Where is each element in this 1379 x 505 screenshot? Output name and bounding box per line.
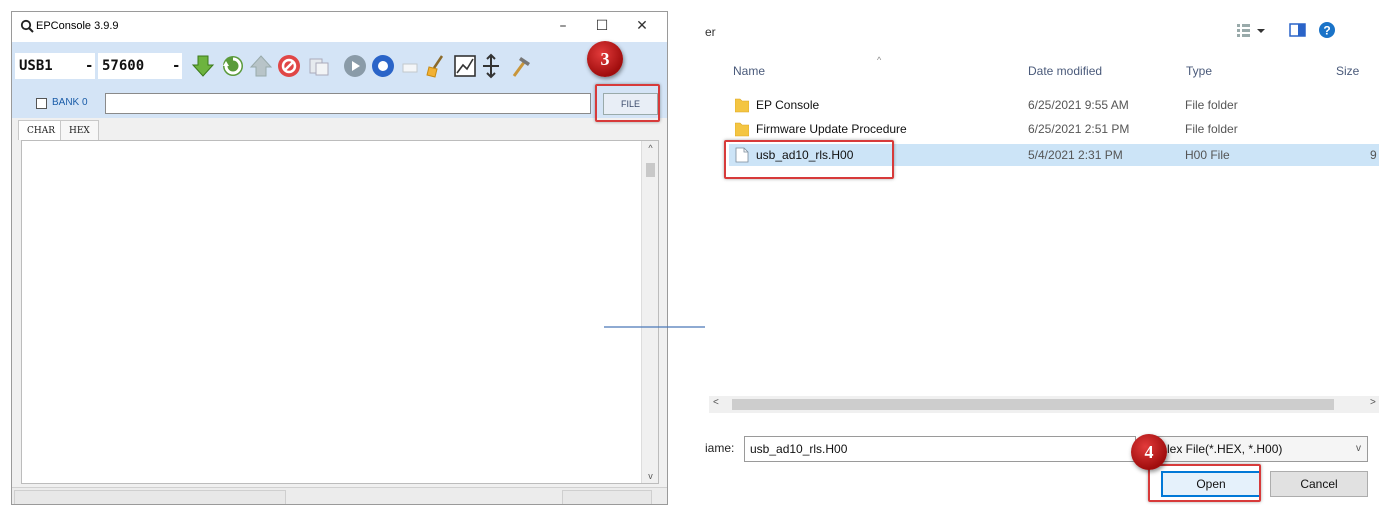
column-date-modified[interactable]: Date modified xyxy=(1028,64,1102,78)
refresh-icon[interactable] xyxy=(220,53,246,79)
sort-ascending-icon: ^ xyxy=(877,55,882,65)
column-type[interactable]: Type xyxy=(1186,64,1212,78)
hscroll-thumb[interactable] xyxy=(732,399,1334,410)
status-segment-1 xyxy=(14,490,286,504)
svg-text:?: ? xyxy=(1323,24,1330,38)
close-button[interactable]: ✕ xyxy=(624,12,660,42)
scroll-left-icon[interactable]: < xyxy=(713,397,719,408)
cancel-button[interactable]: Cancel xyxy=(1270,471,1368,497)
file-row-ep-console[interactable]: EP Console 6/25/2021 9:55 AM File folder xyxy=(729,94,1379,116)
file-name-input[interactable]: usb_ad10_rls.H00 xyxy=(744,436,1136,462)
view-options-icon[interactable] xyxy=(1235,21,1275,39)
file-name: Firmware Update Procedure xyxy=(756,122,907,136)
file-type: File folder xyxy=(1185,122,1238,136)
port-select[interactable]: USB1 - xyxy=(15,53,95,79)
preview-pane-icon[interactable] xyxy=(1288,21,1308,39)
file-row-firmware-update[interactable]: Firmware Update Procedure 6/25/2021 2:51… xyxy=(729,118,1379,140)
copy-icon[interactable] xyxy=(306,53,332,79)
split-icon[interactable] xyxy=(478,53,504,79)
main-toolbar: USB1 - 57600 - xyxy=(12,42,667,90)
scroll-thumb[interactable] xyxy=(646,163,655,177)
help-icon[interactable]: ? xyxy=(1317,21,1337,39)
selected-file-highlight xyxy=(724,140,894,179)
scroll-right-icon[interactable]: > xyxy=(1370,397,1376,408)
stop-icon[interactable] xyxy=(276,53,302,79)
titlebar: EPConsole 3.9.9 – ☐ ✕ xyxy=(12,12,667,42)
minimize-button[interactable]: – xyxy=(545,12,581,42)
step4-highlight xyxy=(1148,464,1261,502)
download-arrow-icon[interactable] xyxy=(190,53,216,79)
folder-icon xyxy=(735,122,749,137)
broom-icon[interactable] xyxy=(424,53,450,79)
status-segment-2 xyxy=(562,490,652,504)
dialog-header: er ? xyxy=(705,11,1379,51)
blank-icon[interactable] xyxy=(398,53,424,79)
port-dropdown-icon: - xyxy=(85,58,94,74)
folder-icon xyxy=(735,98,749,113)
tab-hex[interactable]: HEX xyxy=(60,120,99,140)
file-toolbar: BANK 0 FILE xyxy=(12,90,667,118)
baud-dropdown-icon: - xyxy=(172,58,181,74)
baud-value: 57600 xyxy=(102,58,145,74)
column-size[interactable]: Size xyxy=(1336,64,1359,78)
scroll-up-icon[interactable]: ^ xyxy=(642,143,659,153)
file-date: 6/25/2021 9:55 AM xyxy=(1028,98,1129,112)
scroll-down-icon[interactable]: v xyxy=(642,471,659,481)
file-path-input[interactable] xyxy=(105,93,591,114)
file-name: EP Console xyxy=(756,98,820,112)
column-name[interactable]: Name xyxy=(733,64,765,78)
tab-char[interactable]: CHAR xyxy=(18,120,65,140)
file-type: File folder xyxy=(1185,98,1238,112)
window-title: EPConsole 3.9.9 xyxy=(36,20,119,32)
file-date: 6/25/2021 2:51 PM xyxy=(1028,122,1130,136)
port-value: USB1 xyxy=(19,58,53,74)
console-output[interactable]: ^ v xyxy=(21,140,659,484)
file-type: H00 File xyxy=(1185,148,1230,162)
file-name-label: iame: xyxy=(705,441,735,455)
chevron-down-icon: v xyxy=(1356,443,1361,454)
status-bar xyxy=(12,487,667,504)
play-icon[interactable] xyxy=(342,53,368,79)
step3-highlight xyxy=(595,84,660,122)
epconsole-window: EPConsole 3.9.9 – ☐ ✕ USB1 - 57600 - BAN… xyxy=(11,11,668,505)
baud-select[interactable]: 57600 - xyxy=(98,53,182,79)
step3-badge: 3 xyxy=(587,41,623,77)
hammer-icon[interactable] xyxy=(508,53,534,79)
file-type-filter[interactable]: lex File(*.HEX, *.H00) v xyxy=(1146,436,1368,462)
file-size: 9 xyxy=(1370,148,1377,162)
maximize-button[interactable]: ☐ xyxy=(584,12,620,42)
step4-badge: 4 xyxy=(1131,434,1167,470)
chart-icon[interactable] xyxy=(452,53,478,79)
filter-value: lex File(*.HEX, *.H00) xyxy=(1167,442,1283,456)
header-fragment: er xyxy=(705,25,716,39)
file-date: 5/4/2021 2:31 PM xyxy=(1028,148,1123,162)
bank-checkbox[interactable] xyxy=(36,98,47,109)
vertical-scrollbar[interactable]: ^ v xyxy=(641,141,658,483)
open-file-dialog: er ? ^ Name Date modified Type Size EP C… xyxy=(705,11,1379,505)
bank-label: BANK 0 xyxy=(52,97,88,108)
magnifier-app-icon xyxy=(20,19,34,33)
record-icon[interactable] xyxy=(370,53,396,79)
horizontal-scrollbar[interactable]: < > xyxy=(709,396,1379,413)
upload-arrow-icon[interactable] xyxy=(248,53,274,79)
view-tabs: CHAR HEX xyxy=(12,118,667,140)
